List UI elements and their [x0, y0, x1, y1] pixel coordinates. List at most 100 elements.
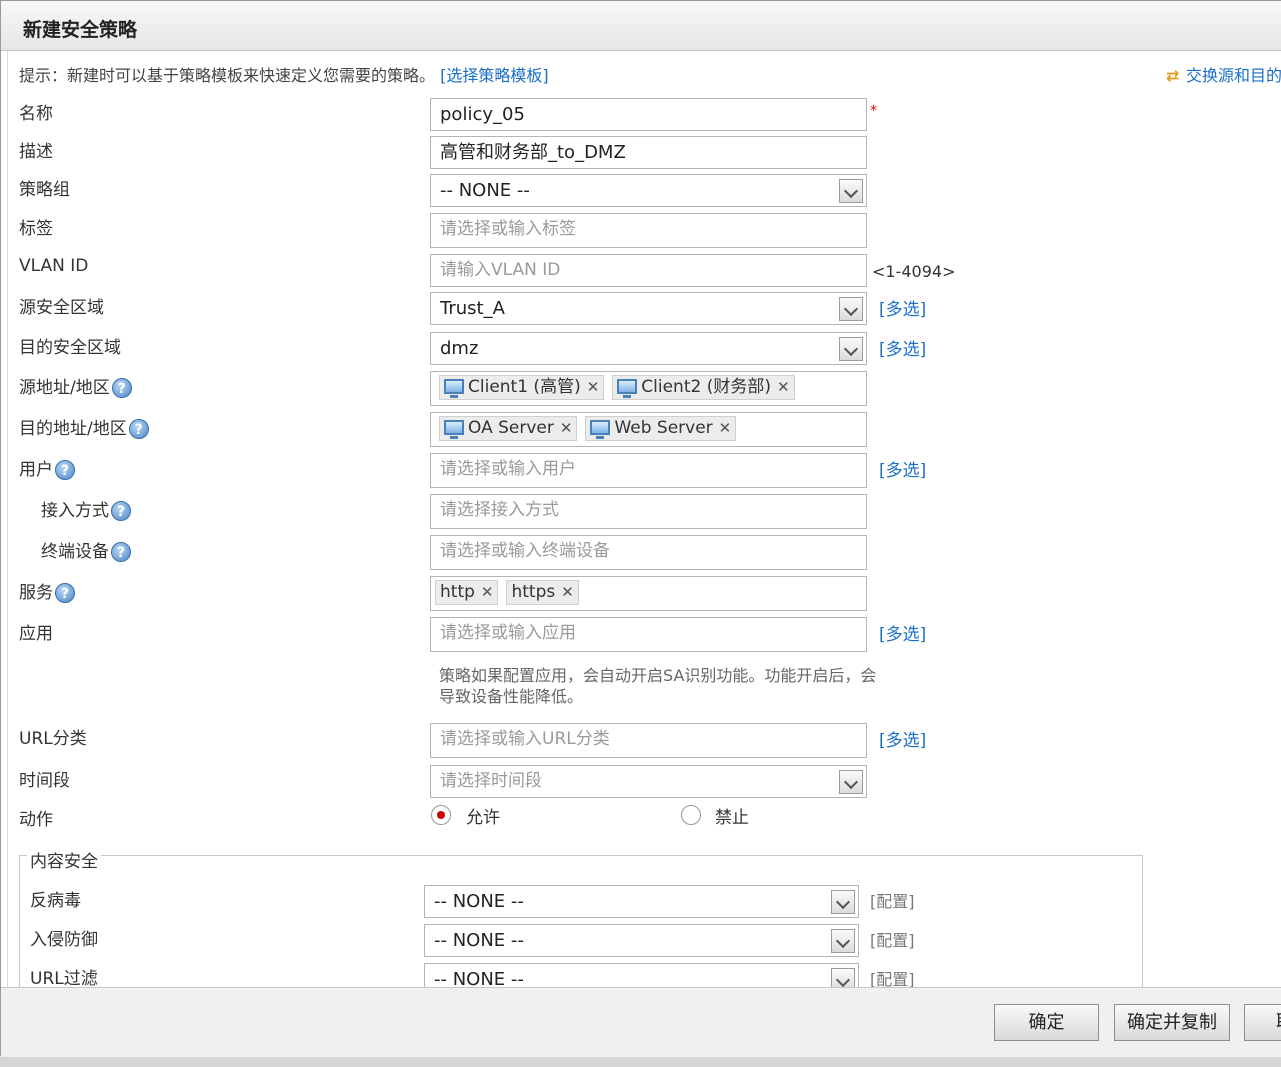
user-label-text: 用户	[19, 460, 53, 480]
antivirus-config-link[interactable]: [配置]	[870, 888, 915, 912]
ips-config-link[interactable]: [配置]	[870, 927, 915, 951]
service-tag: http ✕	[435, 580, 499, 605]
desc-input[interactable]: 高管和财务部_to_DMZ	[430, 136, 867, 169]
tag-input[interactable]: 请选择或输入标签	[430, 213, 867, 248]
url-multi-link[interactable]: [多选]	[879, 726, 926, 751]
antivirus-label: 反病毒	[30, 891, 81, 911]
access-label: 接入方式?	[41, 496, 131, 521]
ips-label: 入侵防御	[30, 930, 98, 950]
chevron-down-icon[interactable]	[839, 770, 863, 794]
remove-tag-icon[interactable]: ✕	[560, 419, 573, 437]
group-label: 策略组	[19, 180, 70, 200]
help-icon[interactable]: ?	[55, 583, 75, 603]
src-zone-value: Trust_A	[440, 298, 505, 319]
url-input[interactable]: 请选择或输入URL分类	[430, 723, 867, 758]
dialog-body[interactable]: 提示：新建时可以基于策略模板来快速定义您需要的策略。 [选择策略模板] ⇄ 交换源…	[7, 51, 1281, 987]
time-select[interactable]: 请选择时间段	[430, 765, 867, 798]
dst-zone-label: 目的安全区域	[19, 338, 121, 358]
ok-button[interactable]: 确定	[994, 1004, 1099, 1041]
remove-tag-icon[interactable]: ✕	[561, 583, 574, 601]
chevron-down-icon[interactable]	[839, 297, 863, 321]
remove-tag-icon[interactable]: ✕	[587, 378, 600, 396]
address-tag: Client1 (高管) ✕	[439, 375, 605, 400]
src-addr-input[interactable]: Client1 (高管) ✕ Client2 (财务部) ✕	[430, 371, 867, 406]
chevron-down-icon[interactable]	[839, 337, 863, 361]
dst-addr-label: 目的地址/地区?	[19, 414, 149, 439]
tag-text: Web Server	[614, 418, 713, 438]
address-tag: Web Server ✕	[585, 416, 737, 441]
dst-zone-value: dmz	[440, 338, 479, 359]
tag-text: http	[440, 582, 475, 602]
remove-tag-icon[interactable]: ✕	[481, 583, 494, 601]
computer-icon	[617, 379, 638, 398]
antivirus-value: -- NONE --	[434, 891, 524, 912]
help-icon[interactable]: ?	[111, 378, 132, 398]
computer-icon	[444, 379, 464, 398]
vlan-range: <1-4094>	[872, 262, 956, 281]
address-tag: OA Server ✕	[439, 416, 578, 441]
terminal-label: 终端设备?	[41, 537, 131, 562]
src-addr-label: 源地址/地区?	[19, 373, 132, 398]
hint: 提示：新建时可以基于策略模板来快速定义您需要的策略。 [选择策略模板]	[19, 62, 549, 86]
dst-zone-select[interactable]: dmz	[430, 332, 867, 365]
app-input[interactable]: 请选择或输入应用	[430, 617, 867, 652]
help-icon[interactable]: ?	[111, 542, 131, 562]
service-tag: https ✕	[506, 580, 579, 605]
dst-zone-multi-link[interactable]: [多选]	[879, 335, 926, 360]
dst-addr-input[interactable]: OA Server ✕ Web Server ✕	[430, 412, 867, 447]
url-filter-config-link[interactable]: [配置]	[870, 966, 915, 987]
tag-text: Client2 (财务部)	[641, 377, 771, 397]
remove-tag-icon[interactable]: ✕	[777, 378, 790, 396]
action-deny-label[interactable]: 禁止	[715, 803, 749, 828]
url-filter-select[interactable]: -- NONE --	[424, 963, 859, 987]
service-input[interactable]: http ✕ https ✕	[430, 576, 867, 611]
group-select[interactable]: -- NONE --	[430, 174, 867, 207]
src-zone-multi-link[interactable]: [多选]	[879, 295, 926, 320]
chevron-down-icon[interactable]	[831, 968, 855, 987]
user-input[interactable]: 请选择或输入用户	[430, 453, 867, 488]
select-template-link[interactable]: [选择策略模板]	[440, 66, 549, 85]
access-input[interactable]: 请选择接入方式	[430, 494, 867, 529]
help-icon[interactable]: ?	[111, 501, 131, 521]
chevron-down-icon[interactable]	[831, 890, 855, 914]
tag-text: OA Server	[468, 418, 554, 438]
src-addr-label-text: 源地址/地区	[19, 378, 110, 398]
app-multi-link[interactable]: [多选]	[879, 620, 926, 645]
url-filter-label: URL过滤	[30, 969, 98, 987]
action-allow-label[interactable]: 允许	[466, 803, 500, 828]
remove-tag-icon[interactable]: ✕	[719, 419, 732, 437]
help-icon[interactable]: ?	[128, 419, 149, 439]
tag-label: 标签	[19, 219, 53, 239]
swap-src-dst-link[interactable]: ⇄ 交换源和目的	[1166, 62, 1281, 86]
src-zone-select[interactable]: Trust_A	[430, 292, 867, 325]
dialog-title: 新建安全策略	[23, 19, 138, 41]
computer-icon	[444, 420, 464, 439]
terminal-label-text: 终端设备	[41, 542, 109, 562]
terminal-input[interactable]: 请选择或输入终端设备	[430, 535, 867, 570]
time-label: 时间段	[19, 771, 70, 791]
antivirus-select[interactable]: -- NONE --	[424, 885, 859, 918]
chevron-down-icon[interactable]	[831, 929, 855, 953]
chevron-down-icon[interactable]	[839, 179, 863, 203]
user-multi-link[interactable]: [多选]	[879, 456, 926, 481]
group-value: -- NONE --	[440, 180, 530, 201]
new-security-policy-dialog: 新建安全策略 提示：新建时可以基于策略模板来快速定义您需要的策略。 [选择策略模…	[0, 0, 1281, 1057]
swap-icon: ⇄	[1166, 66, 1180, 85]
action-allow-radio[interactable]	[431, 805, 451, 825]
dialog-titlebar[interactable]: 新建安全策略	[1, 1, 1281, 51]
dst-addr-label-text: 目的地址/地区	[19, 419, 127, 439]
ok-copy-button[interactable]: 确定并复制	[1114, 1004, 1230, 1041]
service-label: 服务?	[19, 578, 75, 603]
vlan-input[interactable]: 请输入VLAN ID	[430, 254, 867, 287]
action-deny-radio[interactable]	[681, 805, 701, 825]
app-note: 策略如果配置应用，会自动开启SA识别功能。功能开启后，会导致设备性能降低。	[439, 666, 877, 706]
url-filter-value: -- NONE --	[434, 969, 524, 987]
ips-select[interactable]: -- NONE --	[424, 924, 859, 957]
cancel-button[interactable]: 取消	[1244, 1004, 1281, 1041]
tag-text: Client1 (高管)	[468, 377, 581, 397]
help-icon[interactable]: ?	[55, 460, 75, 480]
action-label: 动作	[19, 810, 53, 830]
swap-label: 交换源和目的	[1186, 66, 1281, 85]
name-input[interactable]: policy_05	[430, 98, 867, 131]
hint-text: 提示：新建时可以基于策略模板来快速定义您需要的策略。	[19, 66, 436, 85]
